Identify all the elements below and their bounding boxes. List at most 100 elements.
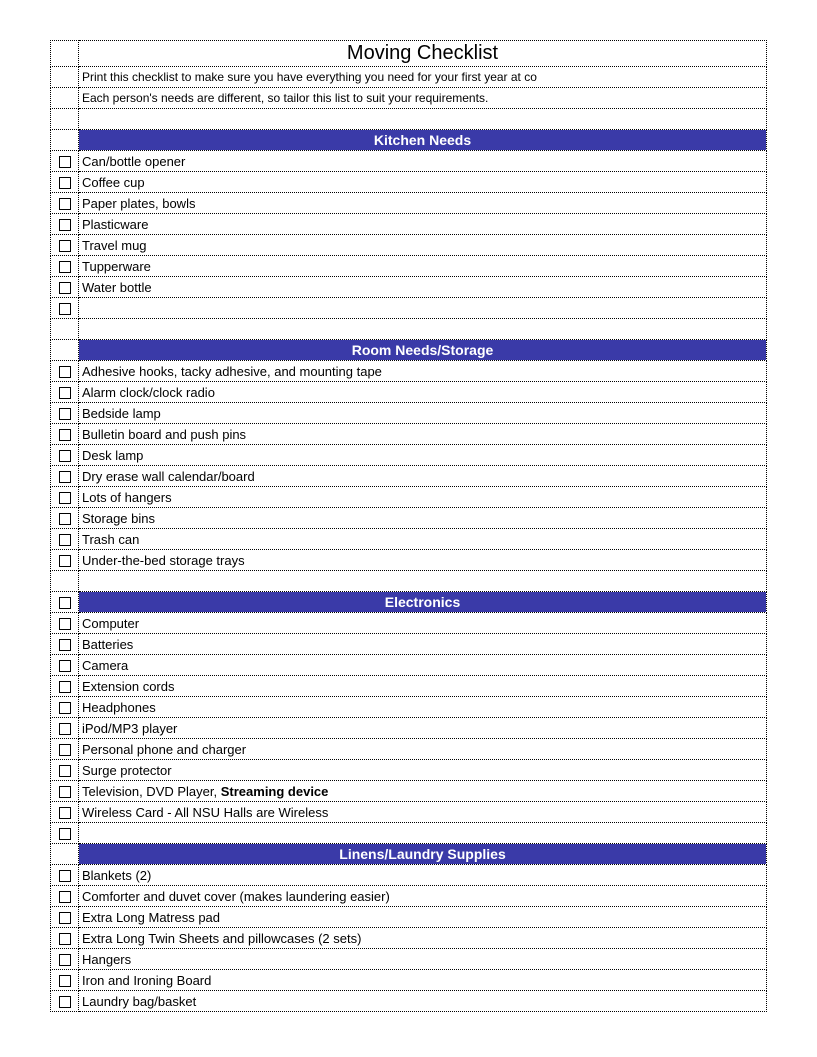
checkbox-icon[interactable] <box>59 282 71 294</box>
checkbox-icon[interactable] <box>59 870 71 882</box>
item-checkbox-cell <box>51 298 79 319</box>
checklist-item: Coffee cup <box>79 172 767 193</box>
checkbox-icon[interactable] <box>59 744 71 756</box>
item-checkbox-cell <box>51 277 79 298</box>
spacer-cell <box>79 571 767 592</box>
item-text: Television, DVD Player, <box>82 784 221 799</box>
item-checkbox-cell <box>51 508 79 529</box>
intro-line: Print this checklist to make sure you ha… <box>79 67 767 88</box>
item-checkbox-cell <box>51 760 79 781</box>
checkbox-icon[interactable] <box>59 996 71 1008</box>
item-checkbox-cell <box>51 445 79 466</box>
checkbox-icon[interactable] <box>59 702 71 714</box>
checkbox-icon[interactable] <box>59 513 71 525</box>
checkbox-icon[interactable] <box>59 828 71 840</box>
item-checkbox-cell <box>51 865 79 886</box>
checklist-item: Computer <box>79 613 767 634</box>
checkbox-icon[interactable] <box>59 786 71 798</box>
checklist-item: Trash can <box>79 529 767 550</box>
item-checkbox-cell <box>51 823 79 844</box>
checkbox-icon[interactable] <box>59 492 71 504</box>
checklist-item: Paper plates, bowls <box>79 193 767 214</box>
checklist-item: Bulletin board and push pins <box>79 424 767 445</box>
checkbox-icon[interactable] <box>59 450 71 462</box>
checklist-item: Under-the-bed storage trays <box>79 550 767 571</box>
checklist-item <box>79 823 767 844</box>
item-checkbox-cell <box>51 802 79 823</box>
checklist-item: Iron and Ironing Board <box>79 970 767 991</box>
item-text-bold: Streaming device <box>221 784 329 799</box>
checkbox-icon[interactable] <box>59 891 71 903</box>
checklist-item <box>79 298 767 319</box>
checkbox-icon[interactable] <box>59 303 71 315</box>
checkbox-icon[interactable] <box>59 597 71 609</box>
checkbox-icon[interactable] <box>59 660 71 672</box>
checkbox-icon[interactable] <box>59 387 71 399</box>
checkbox-icon[interactable] <box>59 681 71 693</box>
item-checkbox-cell <box>51 991 79 1012</box>
checkbox-icon[interactable] <box>59 618 71 630</box>
item-checkbox-cell <box>51 529 79 550</box>
checklist-item: Surge protector <box>79 760 767 781</box>
section-header-left <box>51 592 79 613</box>
section-header: Linens/Laundry Supplies <box>79 844 767 865</box>
checkbox-icon[interactable] <box>59 807 71 819</box>
checklist-item: Plasticware <box>79 214 767 235</box>
checkbox-icon[interactable] <box>59 366 71 378</box>
checkbox-icon[interactable] <box>59 240 71 252</box>
checkbox-icon[interactable] <box>59 534 71 546</box>
checklist-item: Dry erase wall calendar/board <box>79 466 767 487</box>
spacer-cell <box>51 319 79 340</box>
checklist-item: Television, DVD Player, Streaming device <box>79 781 767 802</box>
checkbox-icon[interactable] <box>59 177 71 189</box>
section-header: Kitchen Needs <box>79 130 767 151</box>
item-checkbox-cell <box>51 928 79 949</box>
item-checkbox-cell <box>51 655 79 676</box>
item-checkbox-cell <box>51 697 79 718</box>
checkbox-icon[interactable] <box>59 408 71 420</box>
section-header-left <box>51 340 79 361</box>
checkbox-icon[interactable] <box>59 555 71 567</box>
checkbox-icon[interactable] <box>59 765 71 777</box>
checkbox-icon[interactable] <box>59 156 71 168</box>
checklist-item: Extra Long Twin Sheets and pillowcases (… <box>79 928 767 949</box>
item-checkbox-cell <box>51 949 79 970</box>
checkbox-icon[interactable] <box>59 723 71 735</box>
page: Moving ChecklistPrint this checklist to … <box>0 0 817 1052</box>
section-header: Room Needs/Storage <box>79 340 767 361</box>
checklist-item: Blankets (2) <box>79 865 767 886</box>
item-checkbox-cell <box>51 970 79 991</box>
checkbox-icon[interactable] <box>59 933 71 945</box>
checkbox-icon[interactable] <box>59 975 71 987</box>
checklist-table: Moving ChecklistPrint this checklist to … <box>50 40 767 1012</box>
title-left-cell <box>51 41 79 67</box>
item-checkbox-cell <box>51 781 79 802</box>
item-checkbox-cell <box>51 676 79 697</box>
checkbox-icon[interactable] <box>59 429 71 441</box>
checklist-item: Alarm clock/clock radio <box>79 382 767 403</box>
checkbox-icon[interactable] <box>59 198 71 210</box>
item-checkbox-cell <box>51 214 79 235</box>
item-checkbox-cell <box>51 382 79 403</box>
spacer-cell <box>79 319 767 340</box>
checklist-item: Water bottle <box>79 277 767 298</box>
checkbox-icon[interactable] <box>59 912 71 924</box>
checklist-item: Desk lamp <box>79 445 767 466</box>
section-header: Electronics <box>79 592 767 613</box>
item-checkbox-cell <box>51 739 79 760</box>
item-checkbox-cell <box>51 907 79 928</box>
item-checkbox-cell <box>51 634 79 655</box>
checkbox-icon[interactable] <box>59 261 71 273</box>
checklist-item: Hangers <box>79 949 767 970</box>
checklist-item: Bedside lamp <box>79 403 767 424</box>
spacer-cell <box>51 571 79 592</box>
checklist-item: Tupperware <box>79 256 767 277</box>
checkbox-icon[interactable] <box>59 219 71 231</box>
item-checkbox-cell <box>51 613 79 634</box>
checkbox-icon[interactable] <box>59 471 71 483</box>
checklist-item: iPod/MP3 player <box>79 718 767 739</box>
item-checkbox-cell <box>51 151 79 172</box>
checkbox-icon[interactable] <box>59 639 71 651</box>
item-checkbox-cell <box>51 403 79 424</box>
checkbox-icon[interactable] <box>59 954 71 966</box>
